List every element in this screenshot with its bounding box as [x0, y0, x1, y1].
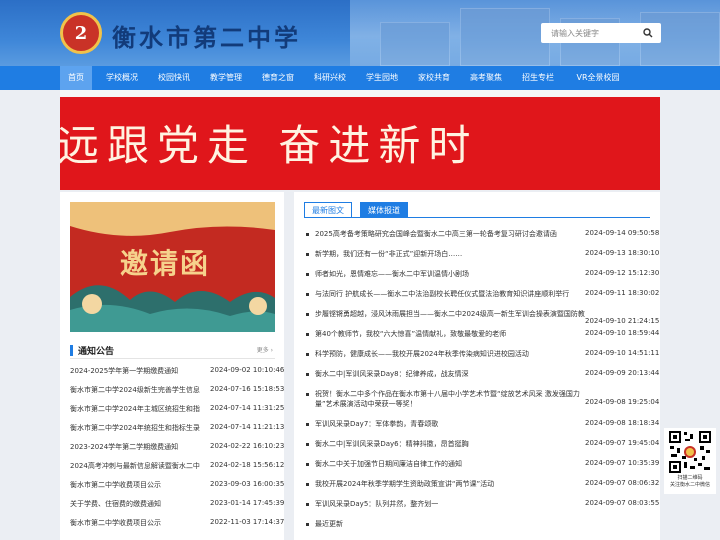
nav-student-garden[interactable]: 学生园地 [360, 66, 404, 90]
news-item[interactable]: 科学预防，健康成长——我校开展2024年秋季传染病知识进校园活动 2024-09-… [306, 349, 659, 363]
news-item[interactable]: 2025高考备考策略研究会国峰会暨衡水二中高三第一轮备考复习研讨会邀请函 2024… [306, 229, 659, 243]
news-item[interactable]: 新学期，我们还有一份“非正式”迎新开场白…… 2024-09-13 18:30:1… [306, 249, 659, 263]
nav-home-school[interactable]: 家校共育 [412, 66, 456, 90]
bullet-icon [306, 483, 309, 486]
bullet-icon [306, 253, 309, 256]
qr-code-icon[interactable] [668, 430, 712, 474]
notice-item[interactable]: 2024-2025学年第一学期缴费通知 2024-09-02 10:10:46 [70, 366, 284, 380]
invitation-image[interactable]: 邀请函 [70, 202, 275, 332]
news-item[interactable]: 军训风采录Day7：军体拳韵，青春颂歌 2024-09-08 18:18:34 [306, 419, 659, 433]
news-item[interactable]: 祝贺！衡水二中多个作品在衡水市第十八届中小学艺术节暨“绽放艺术风采 激发强国力量… [306, 389, 659, 413]
tab-media-reports[interactable]: 媒体报道 [360, 202, 408, 218]
notice-item[interactable]: 2024高考冲刺与最新信息解读暨衡水二中 2024-02-18 15:56:12 [70, 461, 284, 475]
news-item[interactable]: 我校开展2024年秋季学期学生资助政策宣讲“两节课”活动 2024-09-07 0… [306, 479, 659, 493]
nav-campus-news[interactable]: 校园快讯 [152, 66, 196, 90]
site-header: 2 衡水市第二中学 [0, 0, 720, 66]
header-campus-photo [350, 0, 720, 66]
search-box [541, 23, 661, 43]
news-item[interactable]: 衡水二中关于加强节日期间廉洁自律工作的通知 2024-09-07 10:35:39 [306, 459, 659, 473]
notice-header: 通知公告 更多 › [70, 343, 275, 359]
notice-item[interactable]: 关于学费、住宿费的缴费通知 2023-01-14 17:45:39 [70, 499, 284, 513]
notice-item[interactable]: 衡水市第二中学2024级新生完善学生信息 2024-07-16 15:18:53 [70, 385, 284, 399]
news-item[interactable]: 衡水二中|军训风采录Day8：纪律养成，战友情深 2024-09-09 20:13… [306, 369, 659, 383]
news-tabs: 最新图文 媒体报道 [304, 202, 650, 218]
qr-caption: 扫描二维码 关注衡水二中微信 [669, 475, 710, 488]
bullet-icon [306, 503, 309, 506]
nav-research[interactable]: 科研兴校 [308, 66, 352, 90]
news-panel: 最新图文 媒体报道 2025高考备考策略研究会国峰会暨衡水二中高三第一轮备考复习… [294, 192, 660, 540]
bullet-icon [306, 333, 309, 336]
wechat-qr-panel: 扫描二维码 关注衡水二中微信 [664, 428, 716, 494]
nav-school-overview[interactable]: 学校概况 [100, 66, 144, 90]
invitation-title: 邀请函 [120, 247, 211, 280]
notice-item[interactable]: 2023-2024学年第二学期缴费通知 2024-02-22 16:10:23 [70, 442, 284, 456]
tab-latest-photos[interactable]: 最新图文 [304, 202, 352, 218]
news-item[interactable]: 步履铿锵勇超越，浸风沐雨展担当——衡水二中2024级高一新生军训会操表演暨国防教… [306, 309, 659, 331]
bullet-icon [306, 373, 309, 376]
nav-admission[interactable]: 招生专栏 [516, 66, 560, 90]
notice-item[interactable]: 衡水市第二中学2024年主城区统招生和指 2024-07-14 11:31:25 [70, 404, 284, 418]
notice-accent-bar [70, 345, 73, 356]
bullet-icon [306, 393, 309, 396]
notice-title: 通知公告 [78, 347, 115, 357]
left-column: 邀请函 通知公告 更多 › 2024-2025学年第一学期缴费通知 2024-09… [60, 192, 284, 540]
search-icon[interactable] [643, 28, 653, 38]
bullet-icon [306, 523, 309, 526]
banner-top-strip [60, 90, 660, 97]
bullet-icon [306, 423, 309, 426]
banner-slogan: 远跟党走 奋进新时 [60, 121, 479, 170]
news-item[interactable]: 最近更新 [306, 519, 651, 533]
bullet-icon [306, 353, 309, 356]
news-item[interactable]: 师者如光，恩情难忘——衡水二中军训温情小剧场 2024-09-12 15:12:3… [306, 269, 659, 283]
main-nav: 首页 学校概况 校园快讯 教学管理 德育之窗 科研兴校 学生园地 家校共育 高考… [0, 66, 720, 90]
notice-item[interactable]: 衡水市第二中学收费项目公示 2023-09-03 16:00:35 [70, 480, 284, 494]
bullet-icon [306, 233, 309, 236]
nav-moral-education[interactable]: 德育之窗 [256, 66, 300, 90]
nav-gaokao[interactable]: 高考聚焦 [464, 66, 508, 90]
school-name: 衡水市第二中学 [112, 23, 301, 52]
bullet-icon [306, 443, 309, 446]
bullet-icon [306, 313, 309, 316]
news-item[interactable]: 与法同行 护航成长——衡水二中法治副校长聘任仪式暨法治教育知识讲座顺利举行 202… [306, 289, 659, 303]
nav-home[interactable]: 首页 [60, 66, 92, 90]
bullet-icon [306, 463, 309, 466]
notice-more-link[interactable]: 更多 › [257, 345, 273, 354]
news-item[interactable]: 衡水二中|军训风采录Day6：精神抖擞，昂首挺胸 2024-09-07 19:45… [306, 439, 659, 453]
school-logo[interactable]: 2 [60, 12, 102, 54]
search-input[interactable] [551, 28, 643, 38]
bullet-icon [306, 293, 309, 296]
news-item[interactable]: 第40个教师节，我校“六大惊喜”温情献礼，致敬最敬爱的老师 2024-09-10 … [306, 329, 659, 343]
bullet-icon [306, 273, 309, 276]
notice-item[interactable]: 衡水市第二中学收费项目公示 2022-11-03 17:14:37 [70, 518, 284, 532]
news-item[interactable]: 军训风采录Day5：队列井然，整齐划一 2024-09-07 08:03:55 [306, 499, 659, 513]
notice-item[interactable]: 衡水市第二中学2024年统招生和指标生录 2024-07-14 11:21:13 [70, 423, 284, 437]
nav-teaching[interactable]: 教学管理 [204, 66, 248, 90]
nav-vr-campus[interactable]: VR全景校园 [568, 66, 628, 90]
hero-banner[interactable]: 远跟党走 奋进新时 [60, 90, 660, 190]
